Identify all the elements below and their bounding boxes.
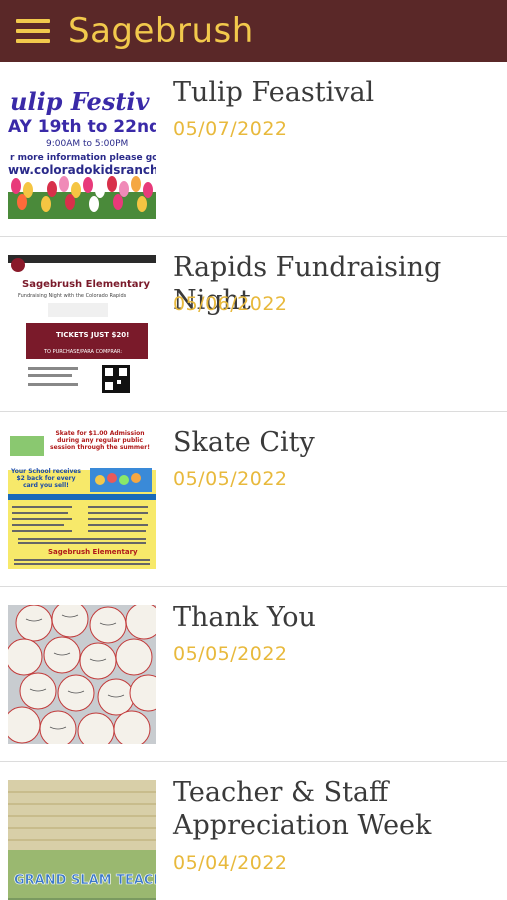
news-item-thumbnail[interactable]: Sagebrush Elementary Fundraising Night w… (8, 255, 156, 394)
news-item-title[interactable]: Thank You (173, 601, 503, 634)
news-item-thumbnail[interactable]: ulip Festiv AY 19th to 22nd 9:00AM to 5:… (8, 80, 156, 219)
news-item[interactable]: ulip Festiv AY 19th to 22nd 9:00AM to 5:… (0, 62, 507, 237)
thumb-sign: GRAND SLAM TEACHERS & STA (14, 873, 156, 888)
news-item-title[interactable]: Teacher & Staff Appreciation Week (173, 776, 503, 842)
news-item-date: 05/04/2022 (173, 852, 288, 874)
news-item[interactable]: Thank You 05/05/2022 (0, 587, 507, 762)
thumb-headline: ulip Festiv (10, 87, 151, 116)
news-item-date: 05/05/2022 (173, 643, 288, 665)
thumb-info: r more information please go t (10, 153, 156, 163)
news-item-date: 05/05/2022 (173, 468, 288, 490)
thumb-school-line: Your School receives $2 back for every c… (10, 468, 82, 489)
hamburger-menu-icon[interactable] (0, 0, 66, 62)
thumb-time: 9:00AM to 5:00PM (46, 139, 128, 149)
news-item-date: 05/07/2022 (173, 118, 288, 140)
news-item-title[interactable]: Tulip Feastival (173, 76, 503, 109)
news-item[interactable]: Skate for $1.00 Admission during any reg… (0, 412, 507, 587)
thumb-headline: Skate for $1.00 Admission during any reg… (50, 430, 150, 451)
news-item-date: 05/06/2022 (173, 293, 288, 315)
news-item-thumbnail[interactable] (8, 605, 156, 744)
thumb-url: ww.coloradokidsranch.c (8, 163, 156, 177)
thumb-school: Sagebrush Elementary (22, 279, 150, 290)
thumb-sub: Fundraising Night with the Colorado Rapi… (18, 293, 127, 299)
news-item-title[interactable]: Skate City (173, 426, 503, 459)
app-bar: Sagebrush (0, 0, 507, 62)
thumb-dates: AY 19th to 22nd (8, 117, 156, 137)
news-item[interactable]: GRAND SLAM TEACHERS & STA Teacher & Staf… (0, 762, 507, 900)
app-title: Sagebrush (68, 11, 254, 51)
news-item[interactable]: Sagebrush Elementary Fundraising Night w… (0, 237, 507, 412)
news-item-thumbnail[interactable]: Skate for $1.00 Admission during any reg… (8, 430, 156, 569)
thumb-purchase: TO PURCHASE/PARA COMPRAR: (43, 349, 122, 355)
news-item-thumbnail[interactable]: GRAND SLAM TEACHERS & STA (8, 780, 156, 900)
thumb-footer: Sagebrush Elementary (48, 548, 138, 556)
news-feed[interactable]: ulip Festiv AY 19th to 22nd 9:00AM to 5:… (0, 62, 507, 900)
thumb-tickets: TICKETS JUST $20! (56, 331, 129, 339)
